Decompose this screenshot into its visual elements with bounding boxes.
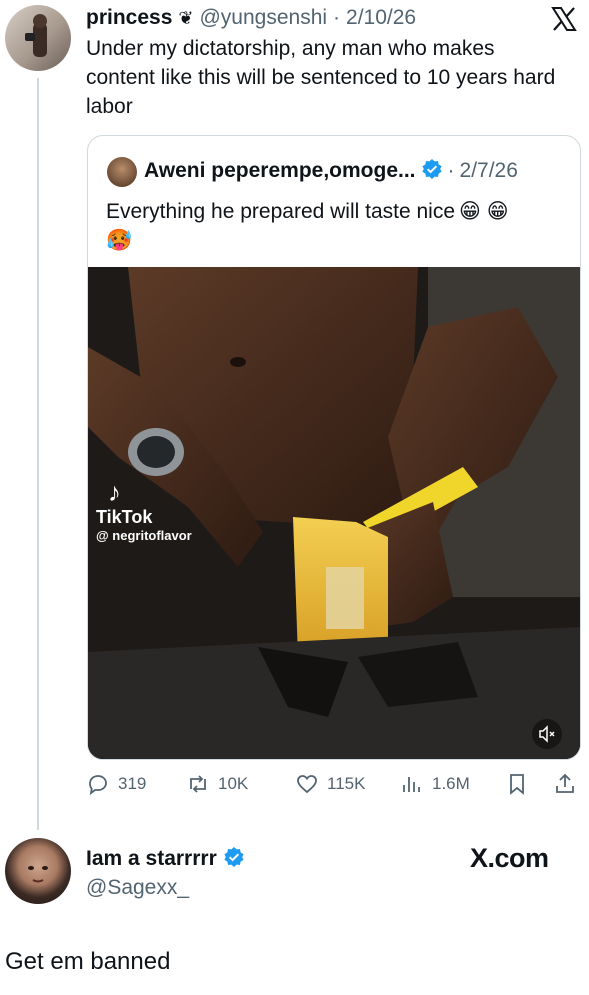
reply-text: Get em banned [5, 948, 171, 975]
quoted-date[interactable]: 2/7/26 [460, 159, 518, 183]
share-icon [556, 773, 574, 793]
avatar-face-icon [28, 866, 48, 883]
bookmark-action[interactable] [505, 770, 529, 798]
reply-action[interactable]: 319 [86, 770, 146, 798]
name-emoji: ❦ [178, 7, 194, 28]
reply-author-avatar[interactable] [5, 838, 71, 904]
quoted-display-name[interactable]: Aweni peperempe,omoge... [144, 159, 416, 183]
tiktok-username: @ negritoflavor [96, 528, 192, 543]
quoted-text: Everything he prepared will taste nice [106, 200, 456, 223]
views-chart-icon [403, 777, 420, 792]
reply-author-display-name[interactable]: Iam a starrrrr [86, 847, 217, 871]
verified-badge-icon [421, 158, 443, 185]
separator: · [333, 6, 341, 29]
handle[interactable]: @yungsenshi [199, 6, 327, 30]
reply-icon [89, 775, 107, 796]
quoted-emoji-line2: 🥵 [106, 229, 133, 252]
main-post-header: princess ❦ @yungsenshi · 2/10/26 [86, 4, 416, 32]
quoted-avatar[interactable] [107, 157, 137, 187]
thread-line [37, 78, 39, 830]
views-count: 1.6M [432, 774, 470, 793]
heart-icon [297, 775, 317, 794]
tiktok-app-name: TikTok [96, 507, 153, 527]
views-action[interactable]: 1.6M [400, 770, 470, 798]
like-count: 115K [327, 774, 366, 793]
like-action[interactable]: 115K [295, 770, 365, 798]
repost-action[interactable]: 10K [186, 770, 248, 798]
princess-avatar[interactable] [5, 5, 71, 71]
quoted-post-card[interactable]: Aweni peperempe,omoge... · 2/7/26 Everyt… [87, 135, 581, 760]
share-action[interactable] [553, 770, 577, 798]
main-post-text: Under my dictatorship, any man who makes… [86, 37, 556, 118]
reply-count: 319 [118, 774, 147, 793]
reply-author-name-row: Iam a starrrrr [86, 846, 245, 872]
quoted-emojis: 😁 😁 [459, 200, 509, 223]
repost-count: 10K [218, 774, 249, 793]
quoted-post-text: Everything he prepared will taste nice 😁 … [106, 197, 571, 255]
quoted-post-header: Aweni peperempe,omoge... · 2/7/26 [144, 156, 518, 186]
quoted-separator: · [447, 159, 455, 182]
volume-muted-icon[interactable] [532, 719, 562, 749]
verified-badge-icon [223, 846, 245, 873]
repost-icon [190, 775, 206, 793]
video-player[interactable]: ♪ TikTok @ negritoflavor [88, 267, 580, 759]
tiktok-watermark: ♪ TikTok @ negritoflavor [96, 479, 192, 543]
display-name[interactable]: princess [86, 6, 172, 30]
x-logo-icon[interactable] [551, 6, 577, 32]
bookmark-icon [510, 774, 524, 795]
reply-author-handle[interactable]: @Sagexx_ [86, 876, 189, 900]
avatar-figure-icon [25, 14, 47, 57]
tiktok-logo-icon: ♪ [108, 477, 121, 507]
post-date[interactable]: 2/10/26 [346, 6, 416, 30]
x-com-logo[interactable]: X.com [470, 843, 549, 874]
